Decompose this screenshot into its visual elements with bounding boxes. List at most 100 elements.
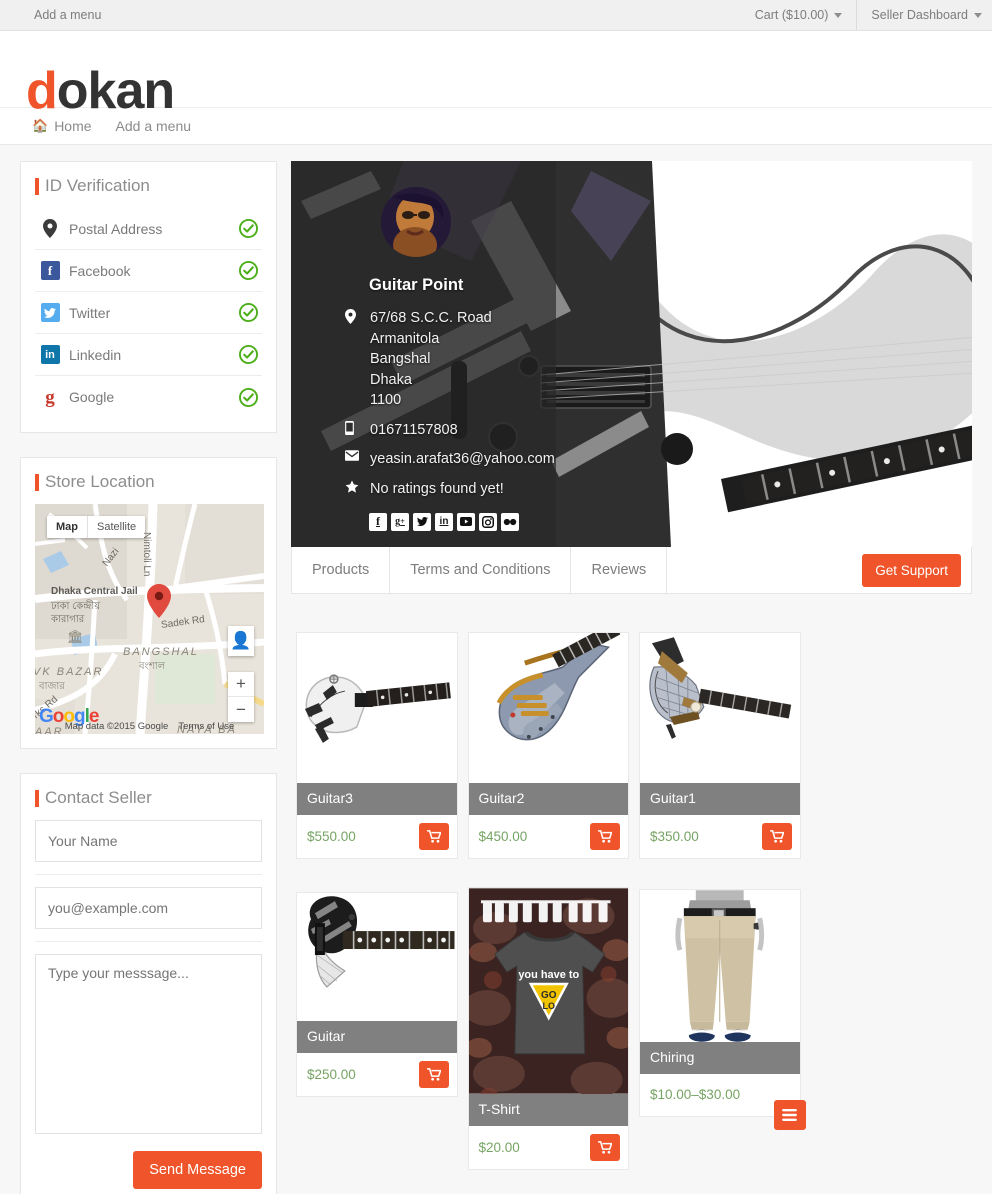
product-column: Chiring $10.00–$30.00 <box>634 881 806 1192</box>
store-location-map[interactable]: Map Satellite Dhaka Central Jail ঢাকা কে… <box>35 504 264 735</box>
product-image-guitar2[interactable] <box>468 633 628 783</box>
product-title: Guitar1 <box>640 783 800 815</box>
product-footer: $450.00 <box>469 815 629 858</box>
google-plus-icon[interactable]: g + <box>391 512 409 531</box>
product-footer: $350.00 <box>640 815 800 858</box>
store-tabs: Products Terms and Conditions Reviews Ge… <box>291 547 972 594</box>
add-to-cart-button[interactable] <box>418 822 449 850</box>
product-image-guitar3[interactable] <box>297 633 457 783</box>
map-type-map-button[interactable]: Map <box>47 516 88 539</box>
cart-label: Cart ($10.00) <box>754 8 829 22</box>
map-terms-link[interactable]: Terms of Use <box>178 721 234 732</box>
logo-first-letter: d <box>26 62 58 120</box>
divider <box>35 874 262 876</box>
site-header: dokan <box>0 31 992 117</box>
map-zoom-in-button[interactable]: + <box>228 672 254 698</box>
twitter-icon[interactable] <box>413 512 431 531</box>
product-card-guitar3[interactable]: Guitar3 $550.00 <box>296 632 458 859</box>
cart-dropdown[interactable]: Cart ($10.00) <box>741 0 857 31</box>
verification-item-facebook[interactable]: f Facebook <box>35 250 262 293</box>
store-phone-row: 01671157808 <box>345 420 556 441</box>
youtube-icon[interactable] <box>457 512 475 531</box>
address-line-3: Bangshal <box>370 351 431 368</box>
map-pin-icon <box>37 219 63 239</box>
street-view-pegman-icon[interactable]: 👤 <box>228 626 254 657</box>
store-info-panel: Guitar Point 67/68 S.C.C. Road Armanitol… <box>291 161 556 531</box>
verification-item-postal-address[interactable]: Postal Address <box>35 208 262 251</box>
select-options-button[interactable] <box>773 1099 806 1130</box>
tab-terms-and-conditions[interactable]: Terms and Conditions <box>390 547 572 593</box>
store-rating-row: No ratings found yet! <box>345 479 556 500</box>
verified-check-icon <box>239 219 258 239</box>
tab-products[interactable]: Products <box>292 547 391 593</box>
verification-item-twitter[interactable]: Twitter <box>35 292 262 335</box>
instagram-icon[interactable] <box>479 512 497 531</box>
map-type-satellite-button[interactable]: Satellite <box>88 516 145 538</box>
product-card-guitar1[interactable]: Guitar1 $350.00 <box>639 632 801 859</box>
seller-dashboard-dropdown[interactable]: Seller Dashboard <box>857 0 992 31</box>
divider <box>35 941 262 943</box>
chevron-down-icon <box>974 12 982 18</box>
verification-label: Linkedin <box>69 346 122 363</box>
store-banner: Guitar Point 67/68 S.C.C. Road Armanitol… <box>291 161 972 547</box>
map-attribution-text: Map data ©2015 Google <box>64 721 169 733</box>
product-card-guitar[interactable]: Guitar $250.00 <box>296 891 458 1097</box>
product-grid: Guitar3 $550.00 Guitar2 $450.00 Guitar1 … <box>291 632 972 1194</box>
avatar <box>381 187 451 257</box>
product-column: you have to GO LO T-Shirt $20.00 <box>463 881 635 1192</box>
product-title: Guitar2 <box>468 783 628 815</box>
svg-text:you have to: you have to <box>518 969 579 981</box>
top-bar: Add a menu Cart ($10.00) Seller Dashboar… <box>0 0 992 31</box>
product-title: Chiring <box>640 1041 800 1074</box>
get-support-button[interactable]: Get Support <box>862 553 961 587</box>
add-to-cart-button[interactable] <box>418 1060 449 1088</box>
address-line-2: Armanitola <box>370 330 440 347</box>
widget-title-id-verification: ID Verification <box>35 175 262 197</box>
send-message-button[interactable]: Send Message <box>133 1151 262 1190</box>
site-logo[interactable]: dokan <box>26 62 175 120</box>
widget-store-location: Store Location Map Satellite Dhaka Centr… <box>20 457 277 750</box>
verification-item-linkedin[interactable]: in Linkedin <box>35 334 262 377</box>
map-zoom-controls[interactable]: + − <box>228 672 254 723</box>
product-title: T-Shirt <box>468 1093 628 1126</box>
linkedin-icon[interactable]: in <box>435 512 453 531</box>
product-card-t-shirt[interactable]: you have to GO LO T-Shirt $20.00 <box>467 886 629 1170</box>
product-card-guitar2[interactable]: Guitar2 $450.00 <box>467 632 629 859</box>
add-to-cart-button[interactable] <box>590 1133 620 1161</box>
verification-label: Twitter <box>69 304 111 321</box>
nav-item-add-menu[interactable]: Add a menu <box>116 118 192 134</box>
store-email-row: yeasin.arafat36@yahoo.com <box>345 449 556 470</box>
product-card-chiring[interactable]: Chiring $10.00–$30.00 <box>639 888 806 1130</box>
product-image-t-shirt[interactable]: you have to GO LO <box>468 887 628 1094</box>
product-column: Guitar2 $450.00 <box>463 632 635 881</box>
add-to-cart-button[interactable] <box>761 822 792 850</box>
home-icon: 🏠 <box>32 118 49 133</box>
flickr-icon[interactable] <box>501 512 519 531</box>
contact-email-input[interactable] <box>35 887 262 930</box>
product-price: $550.00 <box>307 828 356 844</box>
contact-name-input[interactable] <box>35 820 262 863</box>
widget-title-store-location: Store Location <box>35 471 262 493</box>
map-label-bangshal: BANGSHAL <box>123 646 199 659</box>
verification-label: Google <box>69 389 115 406</box>
tab-reviews[interactable]: Reviews <box>571 547 668 593</box>
map-label-nimtoli-ln: Nimtoli Ln <box>141 532 152 577</box>
product-column: Guitar1 $350.00 <box>634 632 806 881</box>
topbar-add-menu-link[interactable]: Add a menu <box>0 8 101 22</box>
facebook-icon[interactable]: f <box>369 512 387 531</box>
product-image-chiring[interactable] <box>640 889 800 1042</box>
map-label-jail-bn2: কারাগার <box>51 614 85 626</box>
map-type-control[interactable]: Map Satellite <box>47 516 146 539</box>
twitter-icon <box>37 303 63 323</box>
widget-contact-seller: Contact Seller Send Message <box>20 773 277 1194</box>
verified-check-icon <box>239 345 258 365</box>
address-line-1: 67/68 S.C.C. Road <box>370 310 492 326</box>
verification-item-google[interactable]: g Google <box>35 376 262 418</box>
nav-item-home[interactable]: 🏠 Home <box>32 118 92 134</box>
contact-message-textarea[interactable] <box>35 954 262 1135</box>
add-to-cart-button[interactable] <box>590 822 620 850</box>
map-label-dhaka-central-jail: Dhaka Central Jail <box>51 586 138 598</box>
product-image-guitar1[interactable] <box>640 633 800 783</box>
product-image-guitar[interactable] <box>297 892 457 1021</box>
store-social-links: f g + in <box>369 512 556 531</box>
